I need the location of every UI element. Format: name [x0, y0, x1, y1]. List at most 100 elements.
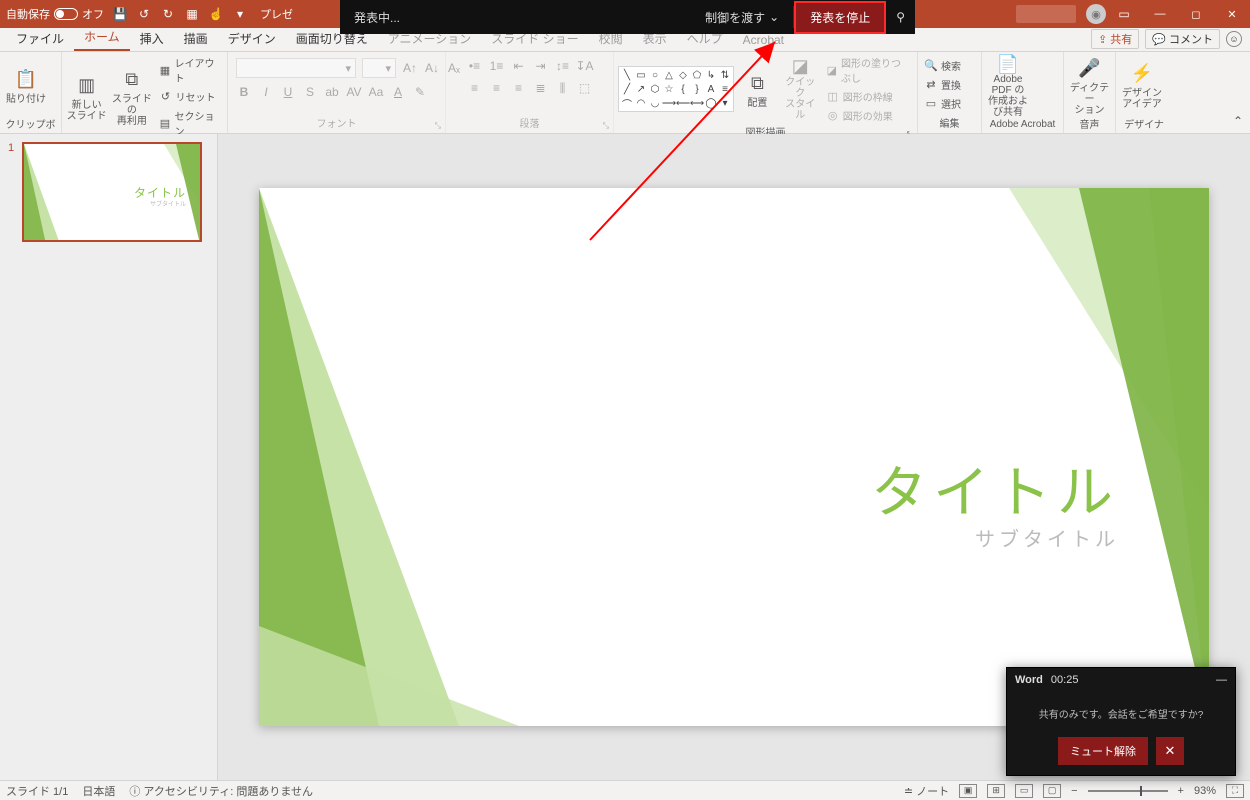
find-button[interactable]: 🔍検索	[922, 57, 963, 74]
grow-font-icon[interactable]: A↑	[402, 60, 418, 76]
font-color-icon[interactable]: A	[390, 84, 406, 100]
bold-icon[interactable]: B	[236, 84, 252, 100]
app-title: プレゼ	[260, 6, 293, 22]
shadow-icon[interactable]: ab	[324, 84, 340, 100]
dialog-launcher-icon[interactable]: ⤡	[435, 121, 441, 131]
replace-button[interactable]: ⇄置換	[922, 76, 963, 93]
fit-window-icon[interactable]: ⛶	[1226, 784, 1244, 798]
collapse-ribbon-icon[interactable]: ⌃	[1230, 113, 1246, 129]
status-a11y[interactable]: ⓘ アクセシビリティ: 問題ありません	[129, 783, 313, 799]
group-editing: 🔍検索 ⇄置換 ▭選択 編集	[918, 52, 982, 133]
touch-mode-icon[interactable]: ☝	[208, 6, 224, 22]
user-avatar[interactable]: ◉	[1086, 4, 1106, 24]
tab-file[interactable]: ファイル	[6, 26, 74, 51]
stop-presenting-button[interactable]: 発表を停止	[794, 1, 886, 34]
redo-icon[interactable]: ↻	[160, 6, 176, 22]
start-slideshow-icon[interactable]: ▦	[184, 6, 200, 22]
share-button[interactable]: ⇪共有	[1091, 29, 1139, 49]
select-icon: ▭	[924, 97, 938, 111]
shape-effects-button: ◎図形の効果	[824, 107, 913, 124]
outline-icon: ◫	[826, 90, 840, 104]
notes-button[interactable]: ≐ ノート	[904, 783, 949, 799]
case-icon[interactable]: Aa	[368, 84, 384, 100]
indent-left-icon[interactable]: ⇤	[511, 58, 527, 74]
autosave-state: オフ	[82, 6, 104, 22]
normal-view-icon[interactable]: ▣	[959, 784, 977, 798]
shrink-font-icon[interactable]: A↓	[424, 60, 440, 76]
feedback-icon[interactable]: ☺	[1226, 31, 1242, 47]
tab-insert[interactable]: 挿入	[130, 26, 174, 51]
underline-icon[interactable]: U	[280, 84, 296, 100]
align-left-icon[interactable]: ≡	[467, 80, 483, 96]
slideshow-view-icon[interactable]: ▢	[1043, 784, 1061, 798]
reset-icon: ↺	[158, 90, 172, 104]
thumb-subtitle: サブタイトル	[150, 199, 186, 208]
comments-button[interactable]: 💬コメント	[1145, 29, 1220, 49]
slide-subtitle[interactable]: サブタイトル	[975, 523, 1119, 552]
align-center-icon[interactable]: ≡	[489, 80, 505, 96]
tab-draw[interactable]: 描画	[174, 26, 218, 51]
slide-canvas[interactable]: タイトル サブタイトル	[259, 188, 1209, 726]
autosave-toggle[interactable]: 自動保存 オフ	[6, 6, 104, 22]
columns-icon[interactable]: ⫼	[555, 80, 571, 96]
numbering-icon[interactable]: 1≡	[489, 58, 505, 74]
unmute-button[interactable]: ミュート解除	[1058, 737, 1148, 765]
reading-view-icon[interactable]: ▭	[1015, 784, 1033, 798]
search-box[interactable]	[1016, 5, 1076, 23]
adobe-pdf-button[interactable]: 📄Adobe PDF の 作成および共有	[986, 56, 1030, 118]
maximize-button[interactable]: ◻	[1178, 0, 1214, 28]
smartart-icon[interactable]: ⬚	[577, 80, 593, 96]
pin-icon[interactable]: ⚲	[886, 10, 915, 24]
presenting-bar: 発表中... 制御を渡す ⌄ 発表を停止 ⚲	[340, 0, 915, 34]
paste-button[interactable]: 📋貼り付け	[4, 54, 48, 116]
dialog-launcher-icon[interactable]: ⤡	[603, 121, 609, 131]
design-ideas-button[interactable]: ⚡デザイン アイデア	[1120, 54, 1164, 116]
undo-icon[interactable]: ↺	[136, 6, 152, 22]
minimize-button[interactable]: —	[1142, 0, 1178, 28]
tab-design[interactable]: デザイン	[218, 26, 286, 51]
qat-more-icon[interactable]: ▾	[232, 6, 248, 22]
spacing-icon[interactable]: AV	[346, 84, 362, 100]
group-paragraph: •≡ 1≡ ⇤ ⇥ ↕≡ ↧A ≡ ≡ ≡ ≣ ⫼ ⬚ 段落⤡	[446, 52, 614, 133]
new-slide-button[interactable]: ▥新しい スライド	[66, 66, 107, 128]
zoom-out-icon[interactable]: −	[1071, 785, 1077, 797]
tab-home[interactable]: ホーム	[74, 24, 130, 51]
zoom-slider[interactable]	[1088, 790, 1168, 792]
chevron-down-icon: ⌄	[769, 10, 779, 24]
strike-icon[interactable]: S	[302, 84, 318, 100]
end-call-button[interactable]: ✕	[1156, 737, 1184, 765]
slide-thumbnail[interactable]: タイトル サブタイトル	[22, 142, 202, 242]
select-button[interactable]: ▭選択	[922, 95, 963, 112]
zoom-level[interactable]: 93%	[1194, 785, 1216, 797]
ribbon-options-icon[interactable]: ▭	[1116, 6, 1132, 22]
indent-right-icon[interactable]: ⇥	[533, 58, 549, 74]
highlight-icon[interactable]: ✎	[412, 84, 428, 100]
reset-button[interactable]: ↺リセット	[156, 88, 223, 105]
shapes-gallery[interactable]: ╲▭○△◇⬠↳⇅ ╱↗⬡☆{}A≡ ⌒◠◡⟶⟵⟷◯▾	[618, 66, 734, 112]
reuse-slides-button[interactable]: ⧉スライドの 再利用	[111, 66, 152, 128]
slide-title[interactable]: タイトル	[871, 448, 1119, 529]
layout-button[interactable]: ▦レイアウト	[156, 54, 223, 86]
arrange-icon: ⧉	[743, 70, 771, 98]
styles-icon: ◪	[786, 57, 814, 77]
dictate-button[interactable]: 🎤ディクテー ション	[1068, 54, 1111, 116]
justify-icon[interactable]: ≣	[533, 80, 549, 96]
arrange-button[interactable]: ⧉配置	[738, 58, 777, 120]
italic-icon[interactable]: I	[258, 84, 274, 100]
line-spacing-icon[interactable]: ↕≡	[555, 58, 571, 74]
hand-control-button[interactable]: 制御を渡す ⌄	[691, 9, 793, 26]
sorter-view-icon[interactable]: ⊞	[987, 784, 1005, 798]
font-size-combo[interactable]: ▾	[362, 58, 396, 78]
share-icon: ⇪	[1098, 33, 1107, 46]
zoom-in-icon[interactable]: +	[1178, 785, 1184, 797]
clear-format-icon[interactable]: Aₓ	[446, 60, 462, 76]
minimize-call-icon[interactable]: —	[1216, 674, 1227, 686]
text-direction-icon[interactable]: ↧A	[577, 58, 593, 74]
align-right-icon[interactable]: ≡	[511, 80, 527, 96]
bullets-icon[interactable]: •≡	[467, 58, 483, 74]
shape-fill-button: ◪図形の塗りつぶし	[824, 54, 913, 86]
status-lang[interactable]: 日本語	[82, 783, 115, 799]
close-button[interactable]: ✕	[1214, 0, 1250, 28]
font-family-combo[interactable]: ▾	[236, 58, 356, 78]
save-icon[interactable]: 💾	[112, 6, 128, 22]
